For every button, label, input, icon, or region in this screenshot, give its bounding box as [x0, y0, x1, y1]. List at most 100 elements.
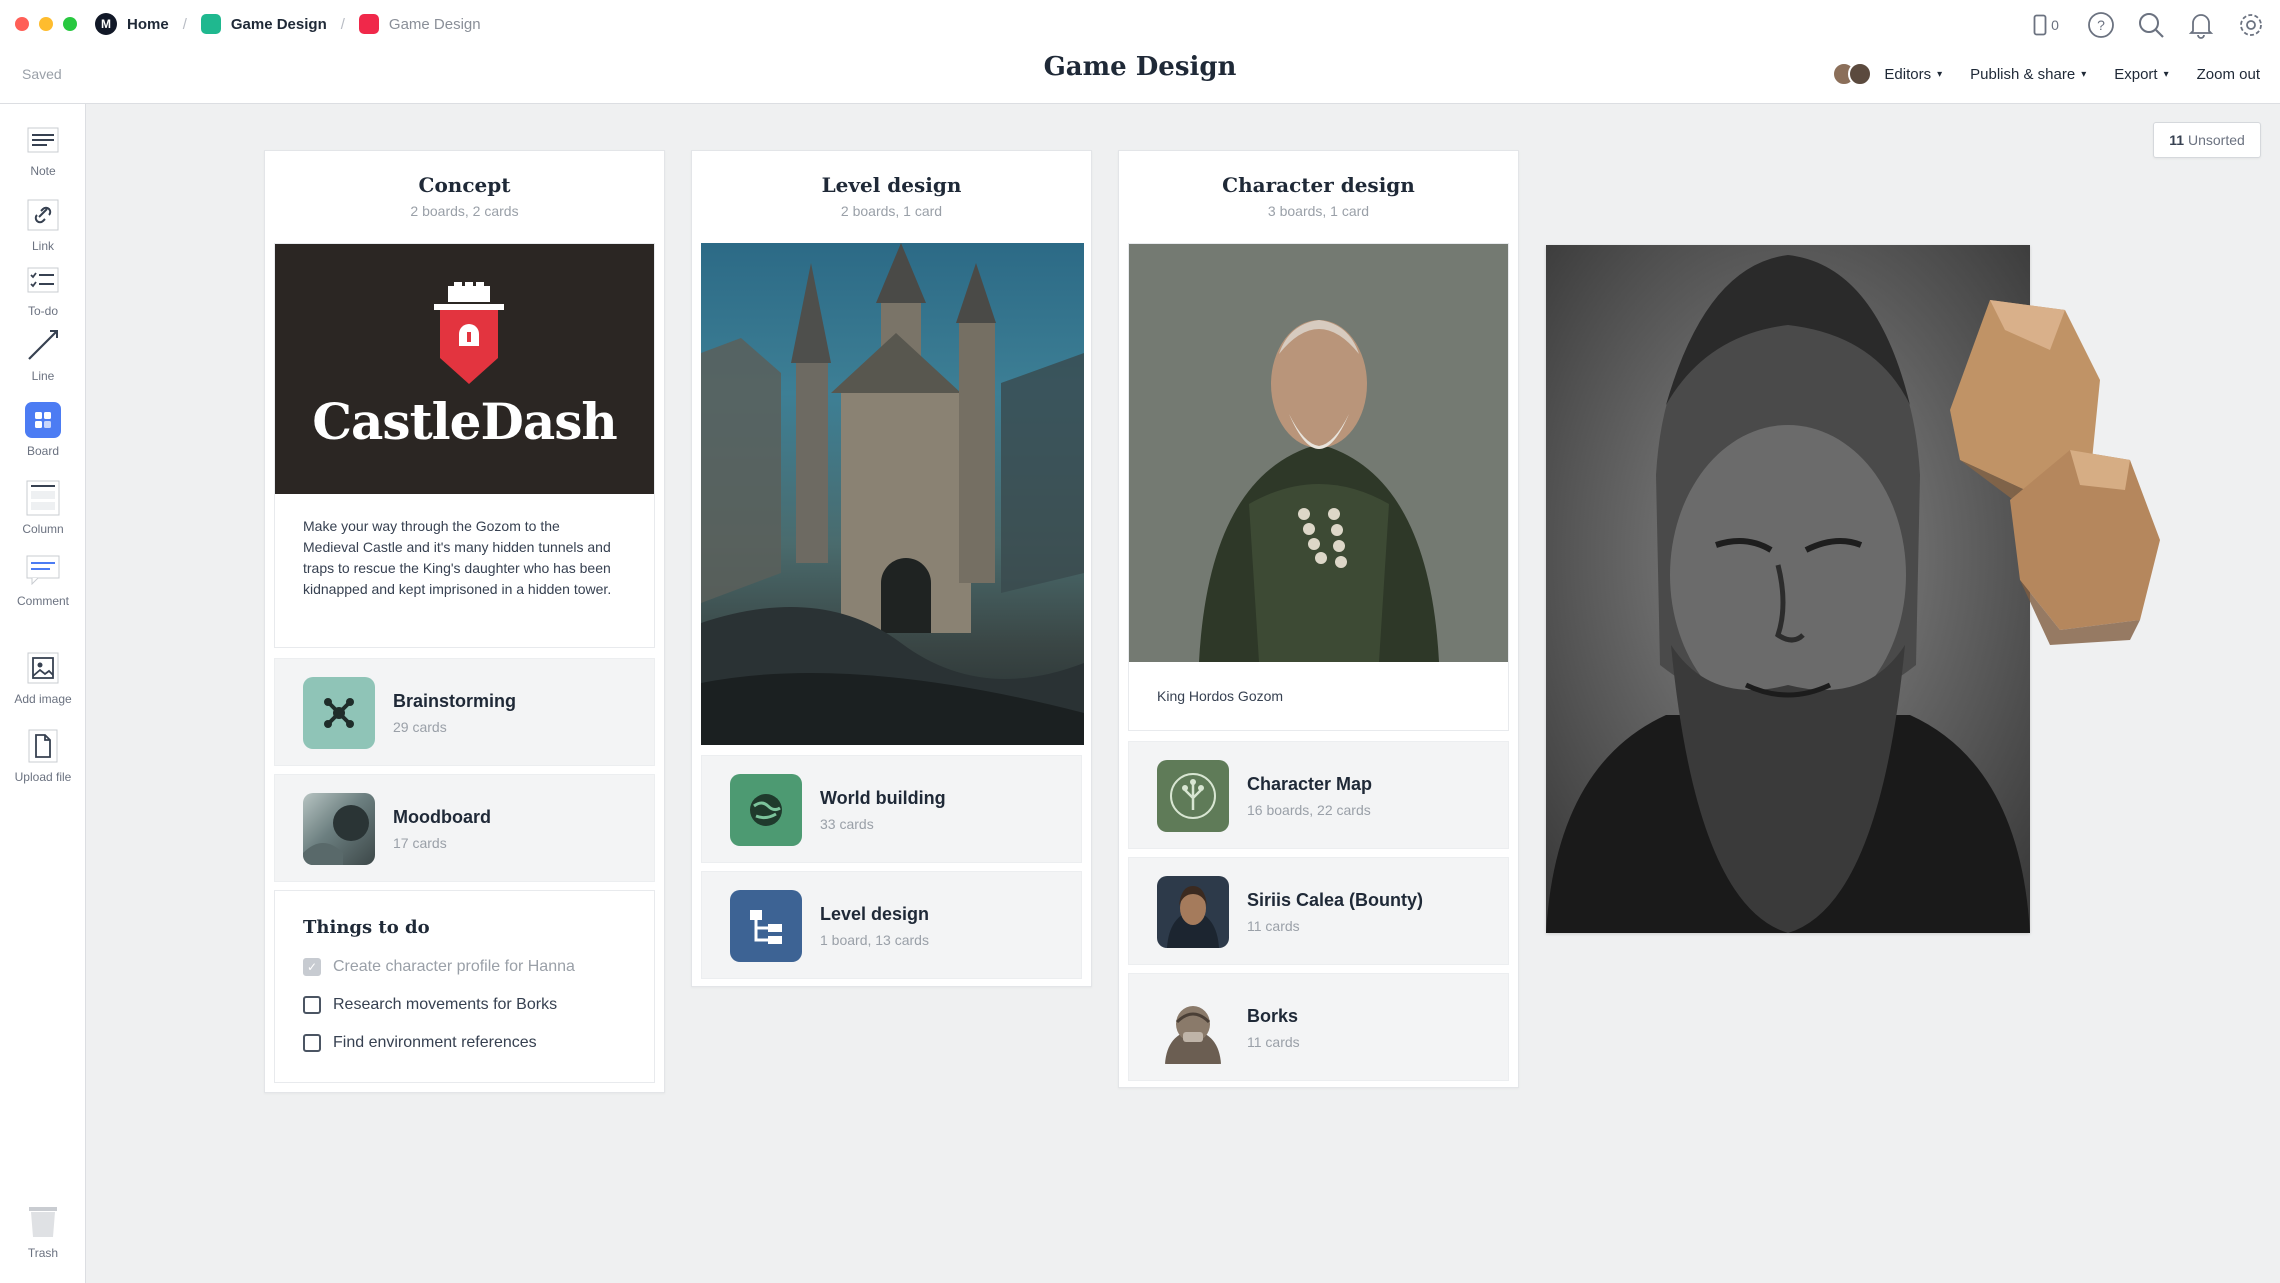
castle-concept-image[interactable] [701, 243, 1084, 745]
board-icon [358, 14, 379, 34]
chevron-down-icon: ▾ [1937, 68, 1943, 80]
link-icon [25, 197, 61, 233]
column-level-design[interactable]: Level design 2 boards, 1 card World buil… [691, 150, 1092, 987]
tool-label: Trash [27, 1246, 59, 1260]
board-title: Moodboard [393, 807, 491, 827]
castledash-logo-image: CastleDash [275, 244, 654, 494]
tool-board[interactable]: Board [0, 402, 86, 458]
maximize-window-button[interactable] [63, 17, 77, 31]
checkbox-icon[interactable] [303, 1034, 321, 1052]
top-bar: M Home / Game Design / Game Design Saved… [0, 0, 2280, 104]
phone-icon [2033, 14, 2047, 36]
column-character-design[interactable]: Character design 3 boards, 1 card King H… [1118, 150, 1519, 1088]
editor-avatars [1832, 62, 1873, 86]
search-button[interactable] [2136, 10, 2166, 40]
tool-comment[interactable]: Comment [0, 552, 86, 608]
king-portrait-image [1129, 244, 1508, 662]
board-brainstorming[interactable]: Brainstorming 29 cards [274, 658, 655, 766]
borks-portrait-thumbnail [1157, 992, 1229, 1064]
column-summary: 2 boards, 2 cards [410, 203, 519, 219]
todo-icon [25, 262, 61, 298]
image-icon [25, 650, 61, 686]
breadcrumb-game-design-parent[interactable]: Game Design [200, 11, 327, 37]
rock-illustration[interactable] [1930, 290, 2170, 650]
search-icon [2139, 13, 2164, 38]
board-icon [200, 14, 221, 34]
chevron-down-icon: ▾ [2081, 68, 2087, 80]
breadcrumb: M Home / Game Design / Game Design [95, 11, 481, 37]
board-borks[interactable]: Borks 11 cards [1128, 973, 1509, 1081]
tool-label: Comment [16, 594, 69, 608]
board-world-building[interactable]: World building 33 cards [701, 755, 1082, 863]
board-siriis-calea[interactable]: Siriis Calea (Bounty) 11 cards [1128, 857, 1509, 965]
checkbox-checked-icon[interactable]: ✓ [303, 958, 321, 976]
moodboard-thumbnail [303, 793, 375, 865]
export-label: Export [2114, 65, 2158, 83]
hierarchy-icon [730, 890, 802, 962]
board-level-design[interactable]: Level design 1 board, 13 cards [701, 871, 1082, 979]
column-title[interactable]: Level design [692, 173, 1091, 197]
bell-icon [2188, 14, 2214, 39]
notifications-button[interactable] [2186, 10, 2216, 40]
tool-label: Column [22, 522, 64, 536]
todo-item[interactable]: Research movements for Borks [303, 996, 557, 1014]
tool-todo[interactable]: To-do [0, 262, 86, 318]
checkbox-icon[interactable] [303, 996, 321, 1014]
breadcrumb-game-design-current[interactable]: Game Design [358, 11, 481, 37]
chevron-down-icon: ▾ [2163, 68, 2169, 80]
todo-list-card[interactable]: Things to do ✓ Create character profile … [274, 890, 655, 1083]
tree-icon [1157, 760, 1229, 832]
board-character-map[interactable]: Character Map 16 boards, 22 cards [1128, 741, 1509, 849]
milanote-logo-icon: M [95, 13, 117, 35]
column-summary: 2 boards, 1 card [840, 203, 943, 219]
breadcrumb-home[interactable]: M Home [95, 11, 169, 37]
tool-column[interactable]: Column [0, 480, 86, 536]
minimize-window-button[interactable] [39, 17, 53, 31]
column-concept[interactable]: Concept 2 boards, 2 cards CastleDash Mak… [264, 150, 665, 1093]
devices-button[interactable]: 0 [2026, 10, 2066, 40]
todo-item-text: Find environment references [333, 1034, 537, 1051]
brainstorm-icon [303, 677, 375, 749]
editors-button[interactable]: Editors ▾ [1832, 62, 1942, 86]
column-title[interactable]: Concept [265, 173, 664, 197]
tool-label: Board [26, 444, 60, 458]
column-title[interactable]: Character design [1119, 173, 1518, 197]
file-icon [25, 728, 61, 764]
publish-share-button[interactable]: Publish & share ▾ [1970, 66, 2086, 83]
top-icons: 0 ? [2026, 10, 2266, 40]
tool-label: Line [31, 369, 55, 383]
zoom-out-button[interactable]: Zoom out [2197, 66, 2260, 83]
board-count: 17 cards [393, 835, 447, 851]
export-button[interactable]: Export ▾ [2114, 66, 2168, 83]
tool-add-image[interactable]: Add image [0, 650, 86, 706]
tool-line[interactable]: Line [0, 327, 86, 383]
board-moodboard[interactable]: Moodboard 17 cards [274, 774, 655, 882]
tool-link[interactable]: Link [0, 197, 86, 253]
unsorted-button[interactable]: 11 Unsorted [2153, 122, 2261, 158]
breadcrumb-separator: / [340, 15, 345, 33]
todo-item[interactable]: ✓ Create character profile for Hanna [303, 958, 575, 976]
tool-trash[interactable]: Trash [0, 1204, 86, 1260]
board-count: 11 cards [1247, 1034, 1300, 1050]
board-count: 33 cards [820, 816, 874, 832]
tool-label: Link [31, 239, 54, 253]
settings-button[interactable] [2236, 10, 2266, 40]
line-icon [25, 327, 61, 363]
trash-icon [25, 1204, 61, 1240]
help-button[interactable]: ? [2086, 10, 2116, 40]
tool-label: Add image [14, 692, 72, 706]
note-icon [25, 122, 61, 158]
editors-label: Editors [1884, 65, 1932, 83]
breadcrumb-label: Game Design [388, 15, 481, 33]
king-portrait-card[interactable]: King Hordos Gozom [1128, 243, 1509, 731]
castledash-card[interactable]: CastleDash Make your way through the Goz… [274, 243, 655, 648]
concept-description: Make your way through the Gozom to the M… [303, 518, 612, 597]
todo-item[interactable]: Find environment references [303, 1034, 537, 1052]
siriis-portrait-thumbnail [1157, 876, 1229, 948]
tool-note[interactable]: Note [0, 122, 86, 178]
tool-upload-file[interactable]: Upload file [0, 728, 86, 784]
close-window-button[interactable] [15, 17, 29, 31]
globe-icon [730, 774, 802, 846]
help-icon: ? [2088, 12, 2114, 38]
board-title: Brainstorming [393, 691, 517, 711]
